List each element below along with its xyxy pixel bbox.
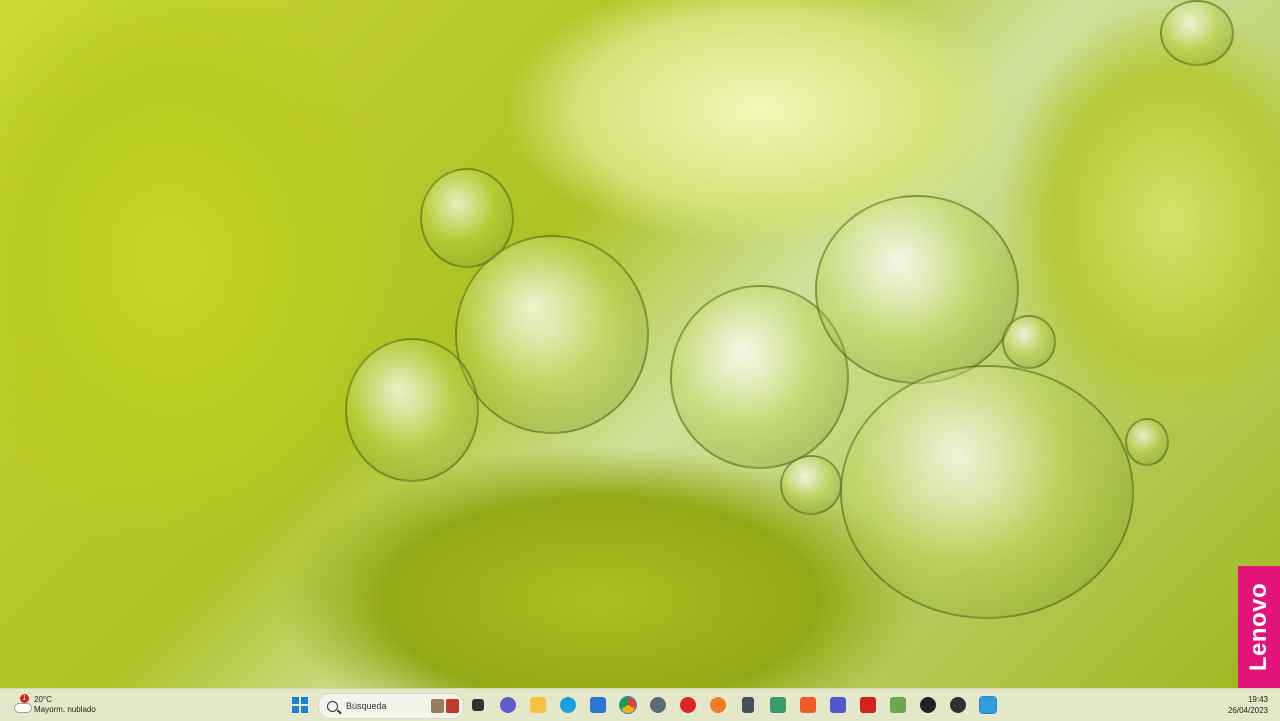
grid-app-icon[interactable] bbox=[976, 693, 1000, 717]
lenovo-badge: Lenovo bbox=[1238, 566, 1280, 688]
chrome-icon[interactable] bbox=[616, 693, 640, 717]
bubble bbox=[1125, 418, 1169, 466]
obs-icon[interactable] bbox=[946, 693, 970, 717]
search-highlight-icon bbox=[431, 699, 459, 713]
alert-badge: 1 bbox=[20, 694, 29, 703]
notepad-icon[interactable] bbox=[886, 693, 910, 717]
bubble bbox=[815, 195, 1019, 384]
lenovo-logo-text: Lenovo bbox=[1245, 582, 1272, 672]
bubble bbox=[780, 455, 842, 515]
task-view-icon[interactable] bbox=[466, 693, 490, 717]
clock-time: 19:43 bbox=[1247, 695, 1268, 704]
search-placeholder: Búsqueda bbox=[346, 701, 387, 711]
windows-start-icon[interactable] bbox=[292, 697, 308, 713]
brave-icon[interactable] bbox=[796, 693, 820, 717]
weather-condition: Mayorm. nublado bbox=[34, 705, 96, 714]
weather-temperature: 20°C bbox=[34, 695, 52, 704]
cloud-icon: 1 bbox=[12, 694, 32, 713]
media-player-icon[interactable] bbox=[916, 693, 940, 717]
paint-icon[interactable] bbox=[766, 693, 790, 717]
microsoft-store-icon[interactable] bbox=[586, 693, 610, 717]
teams-icon[interactable] bbox=[826, 693, 850, 717]
acrobat-icon[interactable] bbox=[856, 693, 880, 717]
system-clock[interactable]: 19:43 26/04/2023 bbox=[1228, 694, 1268, 716]
search-icon bbox=[327, 700, 338, 712]
pinned-apps bbox=[466, 693, 1000, 717]
bubble bbox=[1002, 315, 1056, 369]
search-box[interactable]: Búsqueda bbox=[318, 693, 464, 719]
taskbar: 1 20°C Mayorm. nublado Búsqueda 19:43 26… bbox=[0, 688, 1280, 721]
desktop-wallpaper: Lenovo bbox=[0, 0, 1280, 688]
bubble bbox=[1160, 0, 1234, 66]
opera-icon[interactable] bbox=[676, 693, 700, 717]
clock-date: 26/04/2023 bbox=[1227, 706, 1268, 715]
edge-icon[interactable] bbox=[556, 693, 580, 717]
calculator-icon[interactable] bbox=[736, 693, 760, 717]
bubble bbox=[345, 338, 479, 482]
bubble bbox=[455, 235, 649, 434]
weather-widget[interactable]: 1 20°C Mayorm. nublado bbox=[12, 693, 96, 717]
file-explorer-icon[interactable] bbox=[526, 693, 550, 717]
teams-chat-icon[interactable] bbox=[496, 693, 520, 717]
firefox-icon[interactable] bbox=[706, 693, 730, 717]
bubble bbox=[840, 365, 1134, 619]
settings-icon[interactable] bbox=[646, 693, 670, 717]
